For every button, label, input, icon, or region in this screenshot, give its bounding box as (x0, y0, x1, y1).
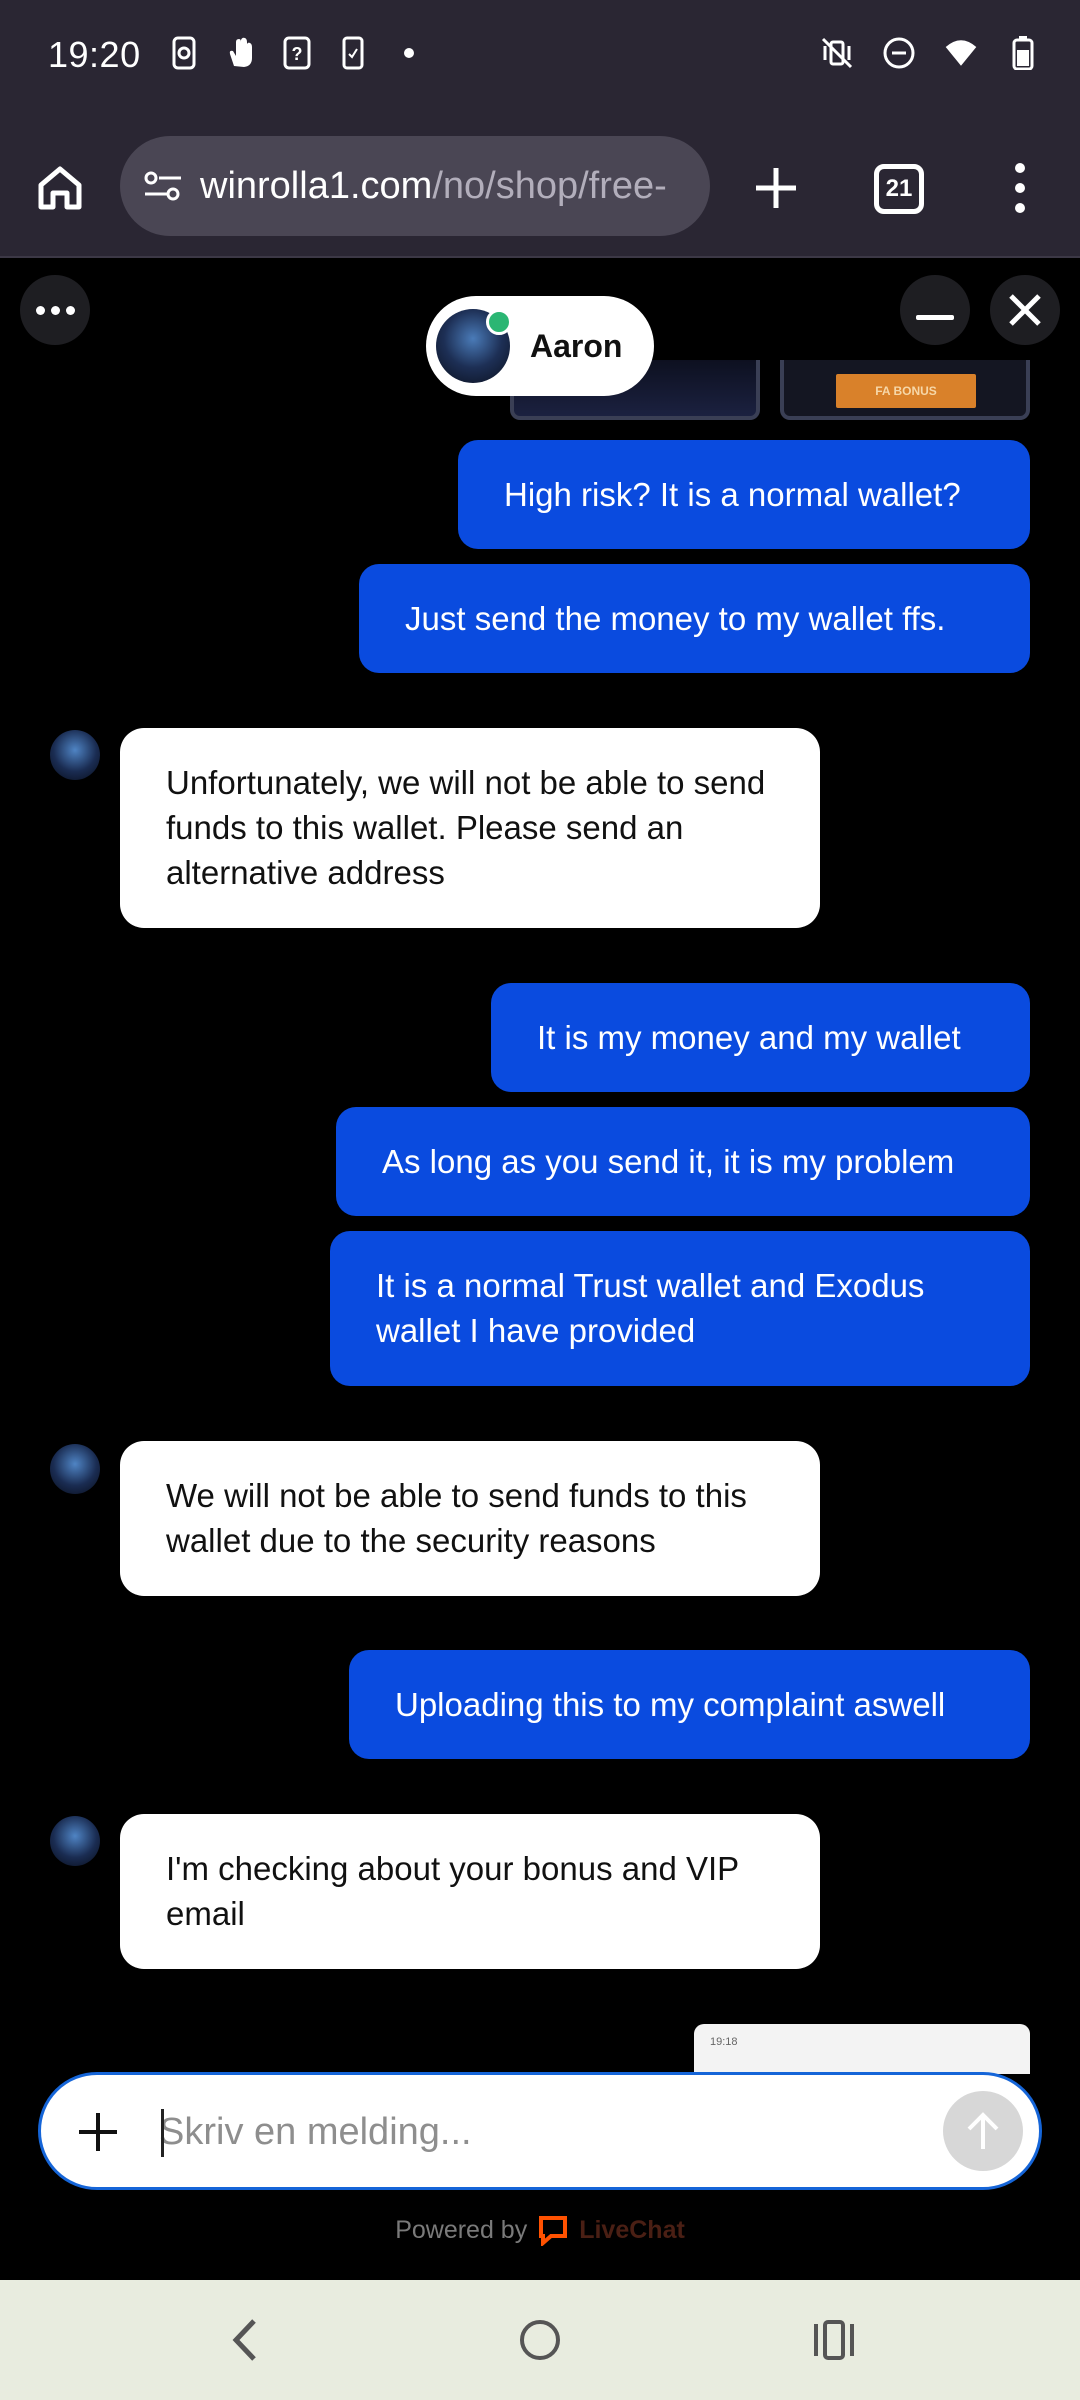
promo-card: FA BONUS (780, 360, 1030, 420)
menu-dot (1015, 163, 1025, 173)
system-nav-bar (0, 2280, 1080, 2400)
url-host: winrolla1.com (200, 164, 433, 207)
user-message: It is my money and my wallet (491, 983, 1030, 1092)
user-message: As long as you send it, it is my problem (336, 1107, 1030, 1216)
status-time: 19:20 (48, 34, 141, 75)
svg-text:?: ? (292, 44, 303, 64)
back-icon (232, 2319, 256, 2361)
chat-options-button[interactable] (20, 275, 90, 345)
wifi-icon (944, 36, 978, 70)
home-nav-button[interactable] (510, 2310, 570, 2370)
phone-card-icon (336, 36, 370, 70)
status-right-icons (820, 36, 1040, 70)
menu-dot (1015, 203, 1025, 213)
status-left-icons: ? (168, 36, 426, 70)
message-input[interactable] (159, 2099, 959, 2165)
agent-message: Unfortunately, we will not be able to se… (120, 728, 820, 928)
user-message: Just send the money to my wallet ffs. (359, 564, 1030, 673)
address-bar[interactable]: winrolla1.com/no/shop/free- (120, 136, 710, 236)
browser-toolbar: winrolla1.com/no/shop/free- 21 (0, 118, 1080, 258)
new-tab-button[interactable] (742, 154, 810, 222)
screen-record-icon (168, 36, 202, 70)
powered-by-label: Powered by (395, 2215, 528, 2244)
powered-by: Powered by LiveChat (0, 2214, 1080, 2246)
agent-avatar (436, 309, 512, 383)
plus-icon (79, 2113, 117, 2151)
dnd-icon (882, 36, 916, 70)
close-icon (1009, 294, 1041, 326)
vibrate-off-icon (820, 36, 854, 70)
attach-button[interactable] (71, 2105, 125, 2159)
text-caret (161, 2109, 164, 2157)
recents-button[interactable] (804, 2310, 864, 2370)
site-settings-icon[interactable] (138, 161, 188, 211)
plus-icon (756, 168, 796, 208)
user-message: It is a normal Trust wallet and Exodus w… (330, 1231, 1030, 1386)
tab-switcher-button[interactable]: 21 (874, 164, 924, 214)
back-button[interactable] (214, 2310, 274, 2370)
dot (50, 305, 60, 315)
user-message: Uploading this to my complaint aswell (349, 1650, 1030, 1759)
livechat-logo-icon (539, 2216, 568, 2246)
close-chat-button[interactable] (990, 275, 1060, 345)
dot (65, 305, 75, 315)
recents-icon (814, 2320, 854, 2360)
agent-avatar (50, 1816, 100, 1866)
chat-window: FA BONUS Aaron High risk? It is a normal… (0, 260, 1080, 2280)
help-icon: ? (280, 36, 314, 70)
menu-dot (1015, 183, 1025, 193)
minimize-chat-button[interactable] (900, 275, 970, 345)
url-text: winrolla1.com/no/shop/free- (200, 165, 667, 208)
agent-avatar (50, 730, 100, 780)
home-button[interactable] (28, 156, 92, 220)
home-icon (38, 166, 82, 210)
user-message: High risk? It is a normal wallet? (458, 440, 1030, 549)
hand-icon (224, 36, 258, 70)
arrow-up-icon (967, 2112, 999, 2149)
url-path: /no/shop/free- (432, 164, 667, 207)
minimize-icon (916, 314, 954, 320)
battery-icon (1006, 36, 1040, 70)
powered-by-brand[interactable]: LiveChat (579, 2216, 685, 2245)
browser-menu-button[interactable] (1000, 156, 1040, 220)
thumbnail-time: 19:18 (710, 2036, 738, 2048)
status-bar: 19:20 ? (0, 0, 1080, 118)
message-composer (38, 2072, 1042, 2190)
dot (35, 305, 45, 315)
image-attachment-thumbnail[interactable]: 19:18 (694, 2024, 1030, 2074)
agent-message: I'm checking about your bonus and VIP em… (120, 1814, 820, 1969)
promo-badge: FA BONUS (836, 374, 976, 408)
dot-icon (392, 36, 426, 70)
home-circle-icon (520, 2320, 560, 2360)
agent-header[interactable]: Aaron (426, 296, 654, 396)
agent-name: Aaron (530, 327, 623, 364)
agent-message: We will not be able to send funds to thi… (120, 1441, 820, 1596)
send-button[interactable] (943, 2091, 1023, 2171)
agent-avatar (50, 1444, 100, 1494)
